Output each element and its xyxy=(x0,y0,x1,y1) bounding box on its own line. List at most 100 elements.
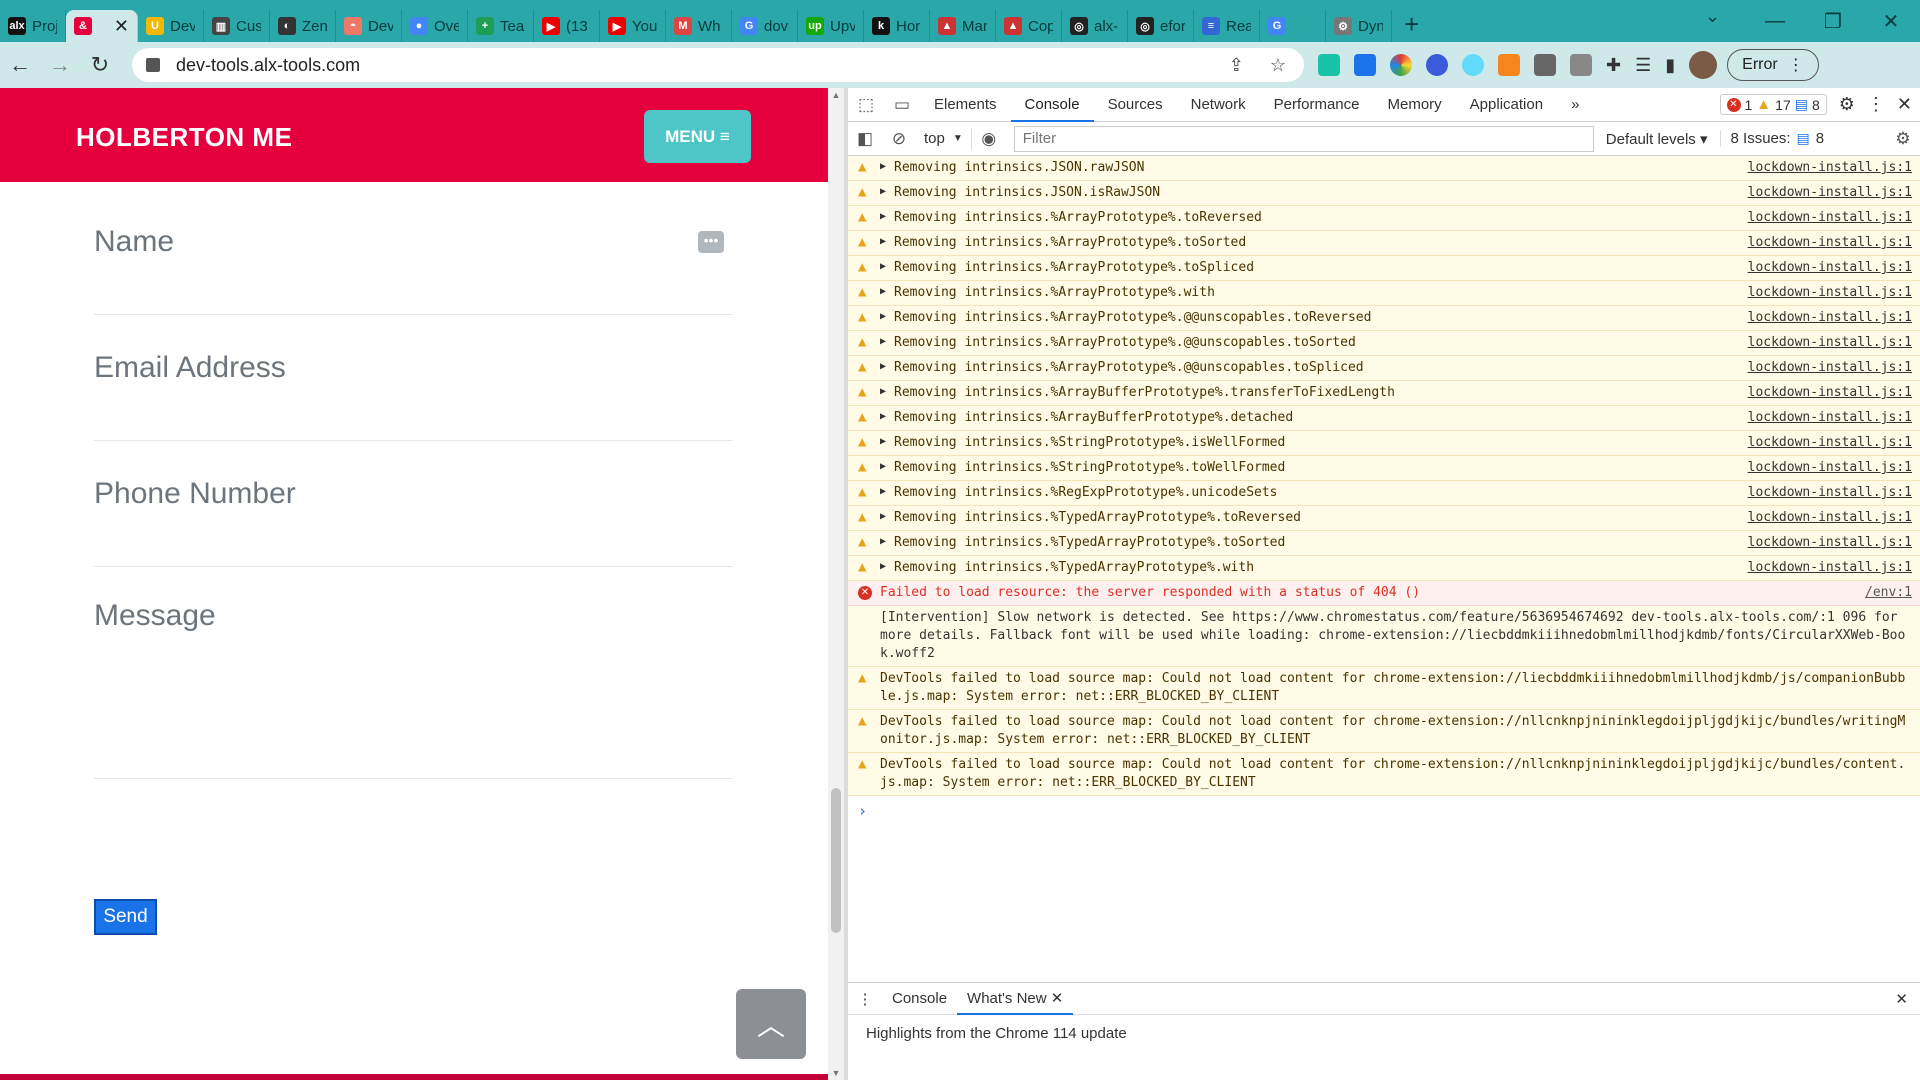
browser-tab[interactable]: ▶ You xyxy=(600,10,666,42)
address-bar[interactable]: dev-tools.alx-tools.com ⇪ ☆ xyxy=(132,48,1304,82)
share-icon[interactable]: ⇪ xyxy=(1229,55,1244,76)
console-source-link[interactable]: lockdown-install.js:1 xyxy=(1748,509,1912,527)
scroll-up-arrow-icon[interactable]: ▲ xyxy=(828,90,844,100)
devtools-tab-console[interactable]: Console xyxy=(1010,88,1094,122)
expand-arrow-icon[interactable]: ▶ xyxy=(880,461,894,472)
drawer-tab-whats-new[interactable]: What's New ✕ xyxy=(957,983,1074,1015)
download-extension-icon[interactable] xyxy=(1354,54,1376,76)
console-message[interactable]: ▲ ▶ Removing intrinsics.%ArrayBufferProtot… xyxy=(848,381,1920,406)
console-source-link[interactable]: lockdown-install.js:1 xyxy=(1748,259,1912,277)
extensions-puzzle-icon[interactable]: ✚ xyxy=(1606,55,1621,76)
console-message[interactable]: ▲ ▶ Removing intrinsics.JSON.isRawJSON lock… xyxy=(848,181,1920,206)
browser-tab[interactable]: ▶ (13 xyxy=(534,10,600,42)
browser-tab[interactable]: ▥ Cus xyxy=(204,10,270,42)
forward-icon[interactable]: → xyxy=(40,52,80,78)
expand-arrow-icon[interactable]: ▶ xyxy=(880,411,894,422)
console-message[interactable]: ✕ Failed to load resource: the server res… xyxy=(848,581,1920,606)
reading-list-icon[interactable]: ☰ xyxy=(1635,55,1651,76)
inspect-element-icon[interactable]: ⬚ xyxy=(848,95,884,115)
expand-arrow-icon[interactable]: ▶ xyxy=(880,161,894,172)
browser-tab[interactable]: ≡ Rea xyxy=(1194,10,1260,42)
browser-tab[interactable]: ◐ Zen xyxy=(270,10,336,42)
browser-tab[interactable]: ◓ Dev xyxy=(336,10,402,42)
more-tabs-icon[interactable]: » xyxy=(1557,88,1593,122)
expand-arrow-icon[interactable]: ▶ xyxy=(880,486,894,497)
console-source-link[interactable]: lockdown-install.js:1 xyxy=(1748,309,1912,327)
profile-avatar[interactable] xyxy=(1689,51,1718,79)
console-source-link[interactable]: lockdown-install.js:1 xyxy=(1748,184,1912,202)
autofill-dots-icon[interactable]: ••• xyxy=(698,231,724,253)
console-message[interactable]: ▲ ▶ Removing intrinsics.%ArrayPrototype%.@… xyxy=(848,331,1920,356)
expand-arrow-icon[interactable]: ▶ xyxy=(880,236,894,247)
send-button[interactable]: Send xyxy=(94,899,157,935)
drawer-tab-console[interactable]: Console xyxy=(882,983,957,1015)
console-message[interactable]: ▲ ▶ Removing intrinsics.%TypedArrayPrototy… xyxy=(848,506,1920,531)
phone-field[interactable]: Phone Number xyxy=(94,477,732,567)
console-message[interactable]: ▲ ▶ Removing intrinsics.%ArrayPrototype%.t… xyxy=(848,206,1920,231)
brand-logo[interactable]: HOLBERTON ME xyxy=(76,122,292,153)
expand-arrow-icon[interactable]: ▶ xyxy=(880,436,894,447)
url-text[interactable]: dev-tools.alx-tools.com xyxy=(176,55,360,76)
browser-tab[interactable]: U Dev xyxy=(138,10,204,42)
console-message[interactable]: ▲ DevTools failed to load source map: Cou… xyxy=(848,667,1920,710)
browser-tab[interactable]: up Upv xyxy=(798,10,864,42)
browser-tab[interactable]: ▲ Mar xyxy=(930,10,996,42)
console-prompt[interactable]: › xyxy=(848,796,1920,826)
console-message[interactable]: ▲ ▶ Removing intrinsics.%ArrayPrototype%.@… xyxy=(848,306,1920,331)
browser-tab[interactable]: Gdov xyxy=(732,10,798,42)
expand-arrow-icon[interactable]: ▶ xyxy=(880,311,894,322)
close-devtools-icon[interactable]: ✕ xyxy=(1897,94,1912,115)
issues-button[interactable]: 8 Issues: ▤ 8 xyxy=(1719,130,1824,147)
star-extension-icon[interactable] xyxy=(1426,54,1448,76)
email-field[interactable]: Email Address xyxy=(94,351,732,441)
menu-button[interactable]: MENU ≡ xyxy=(644,110,751,163)
devtools-kebab-icon[interactable]: ⋮ xyxy=(1867,94,1885,115)
devtools-tab-performance[interactable]: Performance xyxy=(1260,88,1374,122)
live-expression-eye-icon[interactable]: ◉ xyxy=(972,129,1006,149)
close-drawer-icon[interactable]: ✕ xyxy=(1895,990,1908,1008)
name-field[interactable]: Name ••• xyxy=(94,225,732,315)
console-settings-icon[interactable]: ⚙ xyxy=(1886,129,1920,149)
message-field[interactable]: Message xyxy=(94,599,732,779)
error-menu-button[interactable]: Error ⋮ xyxy=(1727,49,1819,81)
devtools-tab-network[interactable]: Network xyxy=(1177,88,1260,122)
close-tab-icon[interactable]: ✕ xyxy=(114,16,129,37)
clear-console-icon[interactable]: ⊘ xyxy=(882,129,916,149)
browser-tab[interactable]: ▲ Cop xyxy=(996,10,1062,42)
browser-tab[interactable]: ⚙ Dyn xyxy=(1326,10,1392,42)
expand-arrow-icon[interactable]: ▶ xyxy=(880,186,894,197)
devtools-tab-elements[interactable]: Elements xyxy=(920,88,1011,122)
console-message[interactable]: ▲ ▶ Removing intrinsics.%ArrayPrototype%.t… xyxy=(848,256,1920,281)
browser-tab[interactable]: k Hor xyxy=(864,10,930,42)
scrollbar-thumb[interactable] xyxy=(831,788,841,933)
expand-arrow-icon[interactable]: ▶ xyxy=(880,336,894,347)
react-extension-icon[interactable] xyxy=(1462,54,1484,76)
console-output[interactable]: ▲ ▶ Removing intrinsics.JSON.rawJSON lockdo… xyxy=(848,156,1920,982)
console-source-link[interactable]: lockdown-install.js:1 xyxy=(1748,559,1912,577)
console-source-link[interactable]: lockdown-install.js:1 xyxy=(1748,209,1912,227)
console-message[interactable]: ▲ DevTools failed to load source map: Cou… xyxy=(848,710,1920,753)
tab-search-chevron-icon[interactable]: ⌄ xyxy=(1705,6,1720,27)
console-message[interactable]: ▲ ▶ Removing intrinsics.%ArrayPrototype%.@… xyxy=(848,356,1920,381)
devtools-tab-application[interactable]: Application xyxy=(1456,88,1557,122)
console-message[interactable]: ▲ ▶ Removing intrinsics.%StringPrototype%.… xyxy=(848,456,1920,481)
minimize-icon[interactable]: — xyxy=(1746,10,1804,33)
page-scrollbar[interactable]: ▲ ▼ xyxy=(828,88,844,1080)
console-source-link[interactable]: lockdown-install.js:1 xyxy=(1748,159,1912,177)
console-message[interactable]: ▲ ▶ Removing intrinsics.%ArrayBufferProtot… xyxy=(848,406,1920,431)
close-window-icon[interactable]: ✕ xyxy=(1862,9,1920,34)
bookmark-star-icon[interactable]: ☆ xyxy=(1270,55,1286,76)
console-source-link[interactable]: lockdown-install.js:1 xyxy=(1748,359,1912,377)
expand-arrow-icon[interactable]: ▶ xyxy=(880,561,894,572)
device-toolbar-icon[interactable]: ▭ xyxy=(884,95,920,115)
expand-arrow-icon[interactable]: ▶ xyxy=(880,386,894,397)
console-source-link[interactable]: lockdown-install.js:1 xyxy=(1748,534,1912,552)
reload-icon[interactable]: ↻ xyxy=(80,52,120,78)
console-message[interactable]: ▲ ▶ Removing intrinsics.%TypedArrayPrototy… xyxy=(848,531,1920,556)
log-levels-dropdown[interactable]: Default levels ▾ xyxy=(1606,130,1708,148)
console-filter-input[interactable] xyxy=(1013,125,1594,152)
scroll-to-top-button[interactable]: ︿ xyxy=(736,989,806,1059)
browser-tab[interactable]: alx Proj xyxy=(0,10,66,42)
code-extension-icon[interactable] xyxy=(1534,54,1556,76)
expand-arrow-icon[interactable]: ▶ xyxy=(880,361,894,372)
